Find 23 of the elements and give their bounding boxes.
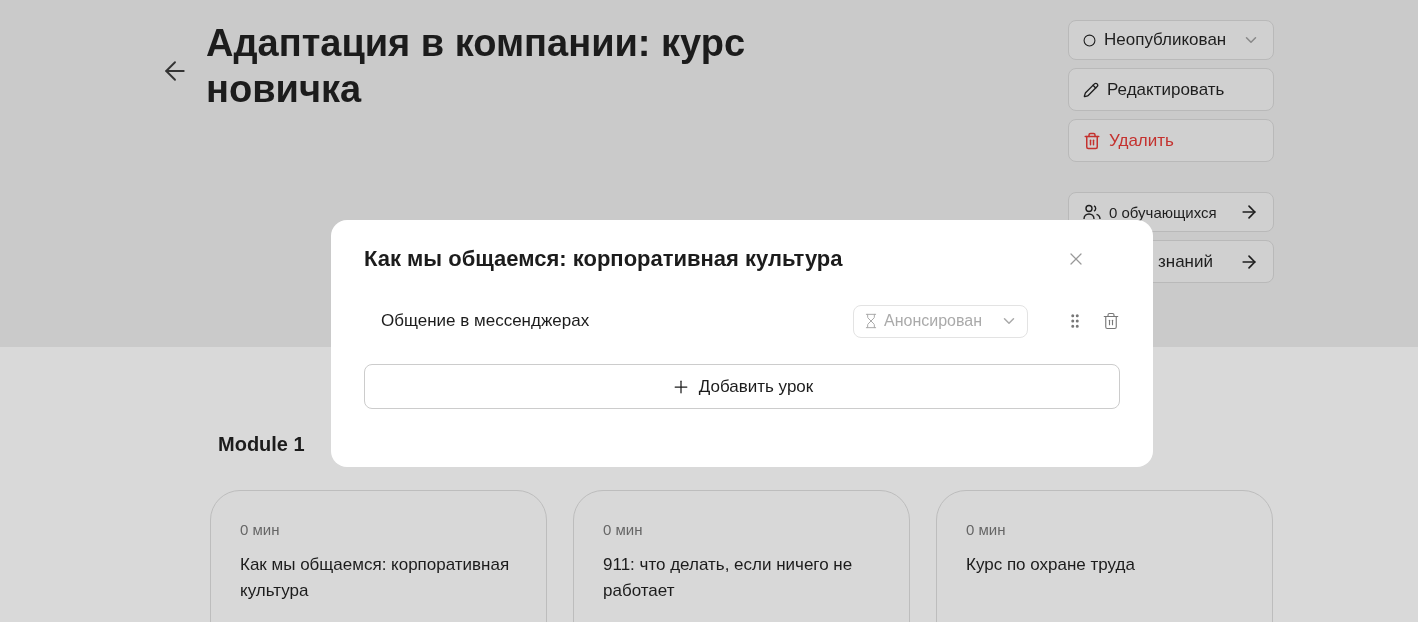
- card-title: Как мы общаемся: корпоративная культура: [240, 554, 511, 602]
- lesson-title: Общение в мессенджерах: [381, 311, 590, 331]
- add-lesson-button[interactable]: Добавить урок: [364, 364, 1120, 409]
- circle-icon: [1083, 33, 1096, 47]
- course-card[interactable]: 0 мин 911: что делать, если ничего не работает: [573, 490, 910, 622]
- status-dropdown[interactable]: Неопубликован: [1068, 20, 1274, 60]
- hourglass-icon: [863, 313, 879, 329]
- card-duration: 0 мин: [240, 521, 281, 538]
- module-title: Module 1: [218, 433, 306, 456]
- trash-icon: [1083, 131, 1101, 150]
- dialog-title: Как мы общаемся: корпоративная культура: [364, 246, 843, 272]
- card-duration: 0 мин: [966, 521, 1007, 538]
- card-title: Курс по охране труда: [966, 554, 1136, 576]
- course-title: Адаптация в компании: курс новичка: [206, 21, 747, 112]
- course-card[interactable]: 0 мин Курс по охране труда: [936, 490, 1273, 622]
- edit-button[interactable]: Редактировать: [1068, 68, 1274, 111]
- course-card[interactable]: 0 мин Как мы общаемся: корпоративная культура: [210, 490, 547, 622]
- pencil-icon: [1083, 81, 1099, 98]
- card-duration: 0 мин: [603, 521, 644, 538]
- users-icon: [1083, 204, 1101, 220]
- card-title: 911: что делать, если ничего не работает: [603, 554, 854, 602]
- delete-lesson-button[interactable]: [1102, 312, 1120, 330]
- delete-button[interactable]: Удалить: [1068, 119, 1274, 162]
